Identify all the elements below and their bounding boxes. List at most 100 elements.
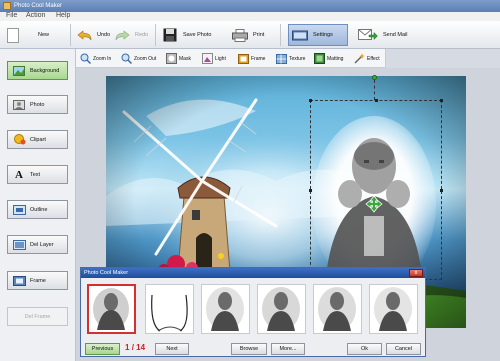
matting-icon <box>314 53 325 64</box>
next-button[interactable]: Next <box>155 343 189 355</box>
frame-button[interactable]: Frame <box>7 271 68 290</box>
zoom-in-label: Zoom In <box>93 55 112 62</box>
text-icon: A <box>15 168 23 181</box>
settings-label: Settings <box>313 32 333 38</box>
delete-frame-button[interactable]: Del Frame <box>7 307 68 326</box>
thumbnail-image <box>202 285 249 333</box>
total-pages: 14 <box>136 343 146 352</box>
photo-cool-maker-dialog: Photo Cool Maker x Previous 1 / 14 Next … <box>80 267 426 357</box>
texture-icon <box>276 53 287 64</box>
photo-button[interactable]: Photo <box>7 95 68 114</box>
new-button[interactable]: New <box>5 24 49 46</box>
more-button[interactable]: More... <box>271 343 305 355</box>
light-label: Light <box>215 55 226 62</box>
background-button[interactable]: Background <box>7 61 68 80</box>
text-label: Text <box>30 171 41 178</box>
thumbnail[interactable] <box>313 284 362 334</box>
matting-label: Matting <box>327 55 344 62</box>
ok-button[interactable]: Ok <box>347 343 382 355</box>
outline-button[interactable]: Outline <box>7 200 68 219</box>
left-sidebar: Background Photo Clipart A Text Outline … <box>0 49 76 361</box>
redo-label: Redo <box>135 32 149 38</box>
cancel-button[interactable]: Cancel <box>386 343 421 355</box>
texture-label: Texture <box>289 55 306 62</box>
new-label: New <box>38 32 50 38</box>
outline-icon <box>12 203 26 216</box>
delete-layer-label: Del Layer <box>30 241 54 248</box>
resize-handle[interactable] <box>309 189 312 192</box>
undo-icon <box>76 27 92 43</box>
send-mail-icon <box>358 27 378 43</box>
thumbnail-image <box>370 285 417 333</box>
photo-icon <box>12 98 26 111</box>
current-page: 1 <box>125 343 130 352</box>
page-indicator: 1 / 14 <box>125 343 145 352</box>
clipart-icon <box>12 133 26 146</box>
thumbnail[interactable] <box>257 284 306 334</box>
effect-label: Effect <box>367 55 380 62</box>
photo-label: Photo <box>30 101 45 108</box>
new-document-icon <box>5 27 21 43</box>
send-mail-label: Send Mail <box>383 32 408 38</box>
clipart-label: Clipart <box>30 136 46 143</box>
mask-label: Mask <box>179 55 191 62</box>
selection-box[interactable] <box>309 99 443 280</box>
delete-layer-icon <box>12 238 26 251</box>
rotate-guide-line <box>374 80 375 100</box>
menu-bar: File Action Help <box>0 12 500 21</box>
text-button[interactable]: A Text <box>7 165 68 184</box>
clipart-button[interactable]: Clipart <box>7 130 68 149</box>
frame-tool-button[interactable]: Frame <box>238 52 265 65</box>
resize-handle[interactable] <box>309 99 312 102</box>
page-separator: / <box>131 343 134 352</box>
menu-action[interactable]: Action <box>26 12 45 19</box>
save-photo-label: Save Photo <box>183 32 212 38</box>
print-button[interactable]: Print <box>232 24 264 46</box>
send-mail-button[interactable]: Send Mail <box>358 24 407 46</box>
redo-button[interactable]: Redo <box>114 24 148 46</box>
zoom-in-button[interactable]: Zoom In <box>80 52 111 65</box>
dialog-close-button[interactable]: x <box>409 269 423 277</box>
zoom-out-label: Zoom Out <box>134 55 157 62</box>
texture-button[interactable]: Texture <box>276 52 305 65</box>
browse-button[interactable]: Browse <box>231 343 267 355</box>
title-bar: Photo Cool Maker <box>0 0 500 12</box>
resize-handle[interactable] <box>440 99 443 102</box>
settings-button[interactable]: Settings <box>288 24 348 46</box>
save-photo-button[interactable]: Save Photo <box>162 24 211 46</box>
thumbnail[interactable] <box>369 284 418 334</box>
previous-button[interactable]: Previous <box>85 343 120 355</box>
delete-frame-label: Del Frame <box>24 313 51 320</box>
resize-handle[interactable] <box>440 189 443 192</box>
resize-handle[interactable] <box>375 99 378 102</box>
effect-button[interactable]: Effect <box>354 52 380 65</box>
background-icon <box>12 64 26 77</box>
mask-button[interactable]: Mask <box>166 52 191 65</box>
dialog-title-bar: Photo Cool Maker x <box>81 268 425 278</box>
effect-icon <box>354 53 365 64</box>
toolbar-separator <box>70 24 71 46</box>
frame-icon <box>238 53 249 64</box>
background-label: Background <box>30 67 60 74</box>
thumbnail-image <box>258 285 305 333</box>
matting-button[interactable]: Matting <box>314 52 343 65</box>
print-label: Print <box>253 32 265 38</box>
thumbnail[interactable] <box>87 284 136 334</box>
zoom-out-button[interactable]: Zoom Out <box>121 52 156 65</box>
toolbar-separator <box>280 24 281 46</box>
main-toolbar: New Undo Redo Save Photo Print Settings <box>0 21 500 49</box>
undo-button[interactable]: Undo <box>76 24 110 46</box>
frame-icon <box>12 274 26 287</box>
thumbnail[interactable] <box>201 284 250 334</box>
menu-file[interactable]: File <box>6 12 17 19</box>
thumbnail-image <box>314 285 361 333</box>
dialog-title: Photo Cool Maker <box>84 270 129 276</box>
thumbnail[interactable] <box>145 284 194 334</box>
delete-layer-button[interactable]: Del Layer <box>7 235 68 254</box>
toolbar-separator <box>155 24 156 46</box>
save-icon <box>162 27 178 43</box>
menu-help[interactable]: Help <box>56 12 70 19</box>
zoom-out-icon <box>121 53 132 64</box>
light-button[interactable]: Light <box>202 52 226 65</box>
thumbnail-image <box>146 285 193 333</box>
